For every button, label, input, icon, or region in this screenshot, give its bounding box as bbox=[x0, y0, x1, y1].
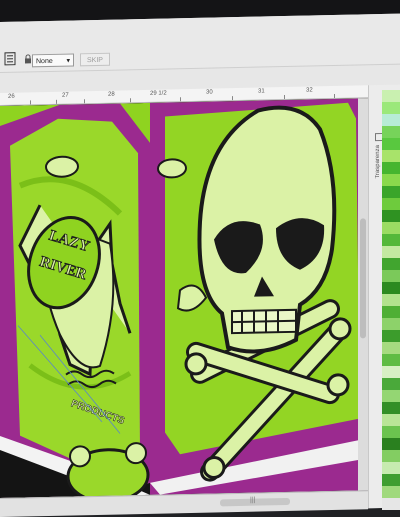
options-bar: None ▾ SKIP bbox=[0, 14, 400, 73]
panel-label: Trasparenza bbox=[375, 145, 381, 179]
illustrator-window: None ▾ SKIP 26 27 28 29 1/2 30 31 32 bbox=[0, 14, 400, 516]
ruler-label: 27 bbox=[62, 93, 69, 99]
artboard-icon[interactable] bbox=[4, 52, 16, 66]
ruler-label: 32 bbox=[306, 87, 313, 93]
ruler-label: 30 bbox=[206, 90, 213, 96]
ruler-label: 28 bbox=[108, 92, 115, 98]
style-select[interactable]: None ▾ bbox=[32, 53, 74, 67]
artwork-illustration: LAZY RIVER PRODUCTS bbox=[0, 98, 368, 498]
style-select-value: None bbox=[36, 58, 53, 65]
lock-icon[interactable] bbox=[24, 54, 32, 63]
skip-button[interactable]: SKIP bbox=[80, 53, 110, 67]
scroll-grip-icon: ||| bbox=[250, 497, 255, 504]
chevron-down-icon: ▾ bbox=[66, 55, 70, 68]
swatch-panel[interactable] bbox=[382, 90, 400, 510]
vertical-scroll-thumb[interactable] bbox=[360, 218, 366, 338]
ruler-label: 31 bbox=[258, 88, 265, 94]
ruler-label: 26 bbox=[8, 94, 15, 100]
ruler-label: 29 1/2 bbox=[150, 91, 167, 97]
vertical-scrollbar[interactable] bbox=[358, 98, 368, 490]
artwork-canvas[interactable]: LAZY RIVER PRODUCTS bbox=[0, 98, 368, 498]
